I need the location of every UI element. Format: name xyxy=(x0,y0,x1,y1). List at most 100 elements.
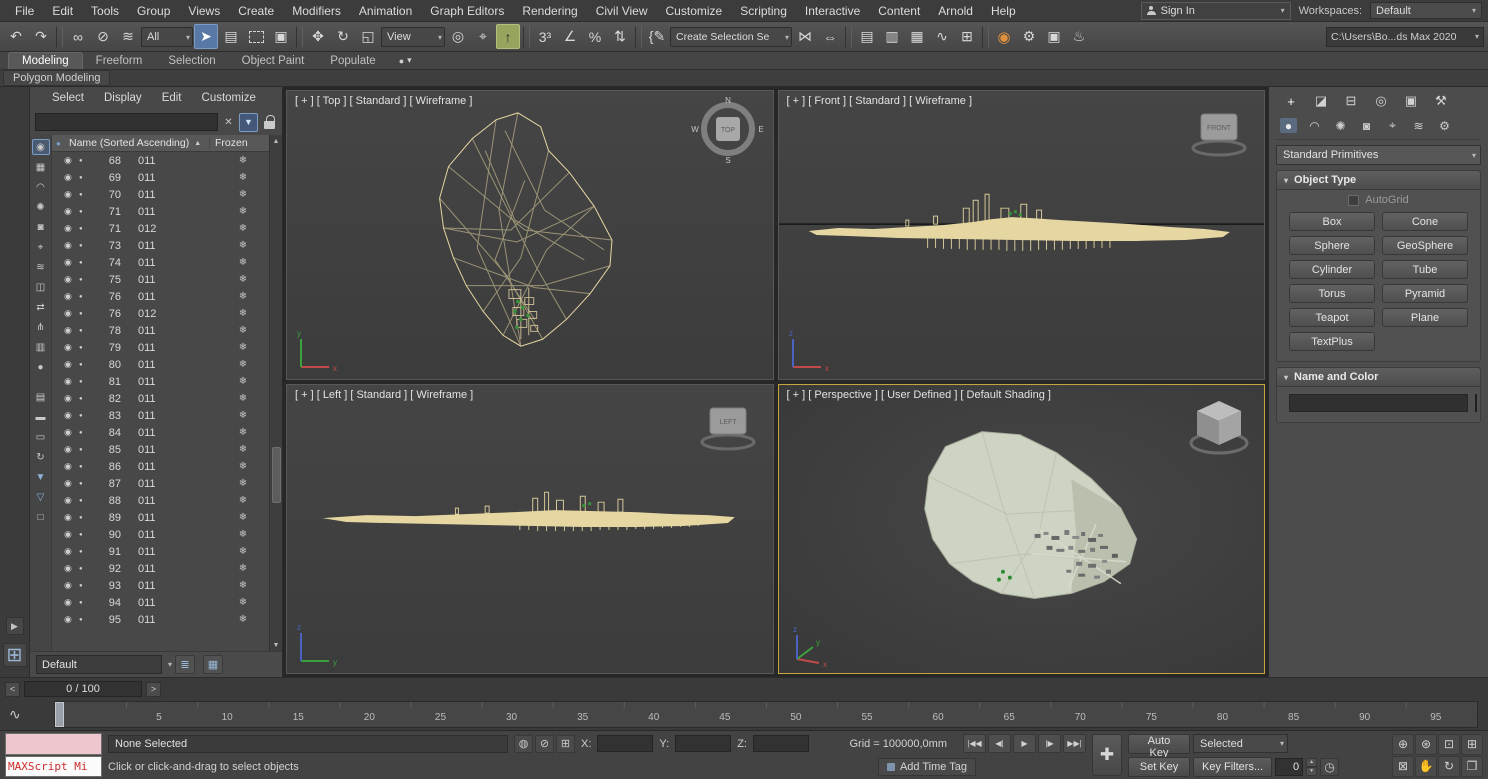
object-row[interactable]: ◉ ● 74 011 ❄ xyxy=(52,254,269,271)
select-and-link-icon[interactable]: ∞ xyxy=(66,24,90,49)
material-editor-icon[interactable]: ◉ xyxy=(992,24,1016,49)
active-layer-select[interactable]: Default xyxy=(36,655,162,674)
motion-tab[interactable]: ◎ xyxy=(1372,93,1390,109)
search-filter-icon[interactable]: ▼ xyxy=(239,113,258,132)
textplus-button[interactable]: TextPlus xyxy=(1289,332,1375,351)
menu-animation[interactable]: Animation xyxy=(350,1,421,21)
play-button[interactable]: ▶ xyxy=(1013,734,1036,753)
align-icon[interactable]: ⇔ xyxy=(818,24,842,49)
object-row[interactable]: ◉ ● 73 011 ❄ xyxy=(52,237,269,254)
current-frame-field[interactable]: 0 xyxy=(1275,758,1303,776)
visibility-eye-icon[interactable]: ◉ xyxy=(64,189,79,200)
frame-spinner[interactable]: ▲▼ xyxy=(1306,758,1317,776)
object-row[interactable]: ◉ ● 78 011 ❄ xyxy=(52,322,269,339)
display-cameras-icon[interactable]: ◙ xyxy=(32,219,50,235)
object-row[interactable]: ◉ ● 71 011 ❄ xyxy=(52,203,269,220)
display-bones-icon[interactable]: ⋔ xyxy=(32,319,50,335)
go-to-start-button[interactable]: |◀◀ xyxy=(963,734,986,753)
zoom-region-icon[interactable]: ⊠ xyxy=(1392,756,1414,777)
ribbon-options-icon[interactable]: ● ▾ xyxy=(399,55,412,69)
select-and-move-icon[interactable]: ✥ xyxy=(306,24,330,49)
frozen-snowflake-icon[interactable]: ❄ xyxy=(217,274,269,285)
pick-parent-icon[interactable]: ▭ xyxy=(32,429,50,445)
viewport-left[interactable]: [ + ] [ Left ] [ Standard ] [ Wireframe … xyxy=(286,384,774,674)
visibility-eye-icon[interactable]: ◉ xyxy=(64,478,79,489)
frozen-snowflake-icon[interactable]: ❄ xyxy=(217,257,269,268)
visibility-eye-icon[interactable]: ◉ xyxy=(64,614,79,625)
display-containers-icon[interactable]: ▥ xyxy=(32,339,50,355)
systems-category[interactable]: ⚙ xyxy=(1436,118,1453,133)
visibility-eye-icon[interactable]: ◉ xyxy=(64,274,79,285)
shapes-category[interactable]: ◠ xyxy=(1306,118,1323,133)
zoom-icon[interactable]: ⊕ xyxy=(1392,734,1414,755)
visibility-eye-icon[interactable]: ◉ xyxy=(64,410,79,421)
zoom-extents-icon[interactable]: ⊡ xyxy=(1438,734,1460,755)
unlink-selection-icon[interactable]: ⊘ xyxy=(91,24,115,49)
frozen-snowflake-icon[interactable]: ❄ xyxy=(217,563,269,574)
selection-lock-icon[interactable]: ⊘ xyxy=(535,735,554,753)
toggle-ribbon-icon[interactable]: ▦ xyxy=(905,24,929,49)
frozen-snowflake-icon[interactable]: ❄ xyxy=(217,529,269,540)
display-materials-icon[interactable]: ● xyxy=(32,359,50,375)
visibility-eye-icon[interactable]: ◉ xyxy=(64,342,79,353)
previous-frame-button[interactable]: ◀| xyxy=(988,734,1011,753)
visibility-eye-icon[interactable]: ◉ xyxy=(64,155,79,166)
orbit-icon[interactable]: ↻ xyxy=(1438,756,1460,777)
viewport-label[interactable]: [ + ] [ Left ] [ Standard ] [ Wireframe … xyxy=(295,389,473,401)
lock-cell-editing-icon[interactable]: ◉ xyxy=(32,139,50,155)
visibility-eye-icon[interactable]: ◉ xyxy=(64,393,79,404)
visibility-eye-icon[interactable]: ◉ xyxy=(64,172,79,183)
lights-category[interactable]: ✺ xyxy=(1332,118,1349,133)
use-pivot-point-center-icon[interactable]: ◎ xyxy=(446,24,470,49)
scene-explorer-settings-icon[interactable]: ▦ xyxy=(203,655,223,674)
sphere-button[interactable]: Sphere xyxy=(1289,236,1375,255)
object-name-field[interactable] xyxy=(1289,394,1468,412)
display-tab[interactable]: ▣ xyxy=(1402,93,1420,109)
x-coordinate-field[interactable] xyxy=(597,735,653,752)
object-row[interactable]: ◉ ● 86 011 ❄ xyxy=(52,458,269,475)
object-row[interactable]: ◉ ● 94 011 ❄ xyxy=(52,594,269,611)
advanced-filter-icon[interactable]: ▼ xyxy=(32,469,50,485)
visibility-eye-icon[interactable]: ◉ xyxy=(64,597,79,608)
object-row[interactable]: ◉ ● 71 012 ❄ xyxy=(52,220,269,237)
layers-icon[interactable]: ≣ xyxy=(175,655,195,674)
cylinder-button[interactable]: Cylinder xyxy=(1289,260,1375,279)
object-row[interactable]: ◉ ● 68 011 ❄ xyxy=(52,152,269,169)
filter-icon[interactable]: ▽ xyxy=(32,489,50,505)
key-selection-combo[interactable]: Selected xyxy=(1193,734,1288,753)
menu-file[interactable]: File xyxy=(6,1,43,21)
object-row[interactable]: ◉ ● 88 011 ❄ xyxy=(52,492,269,509)
reference-coordinate-select[interactable]: View xyxy=(381,27,445,47)
frozen-snowflake-icon[interactable]: ❄ xyxy=(217,206,269,217)
select-object-icon[interactable]: ➤ xyxy=(194,24,218,49)
visibility-eye-icon[interactable]: ◉ xyxy=(64,444,79,455)
visibility-eye-icon[interactable]: ◉ xyxy=(64,563,79,574)
object-row[interactable]: ◉ ● 92 011 ❄ xyxy=(52,560,269,577)
modify-tab[interactable]: ◪ xyxy=(1312,93,1330,109)
mini-curve-editor-icon[interactable]: ∿ xyxy=(4,701,54,728)
frozen-snowflake-icon[interactable]: ❄ xyxy=(217,597,269,608)
selection-filter-select[interactable]: All xyxy=(141,27,193,47)
explorer-menu-edit[interactable]: Edit xyxy=(152,89,192,107)
object-row[interactable]: ◉ ● 89 011 ❄ xyxy=(52,509,269,526)
named-selection-set-combo[interactable]: Create Selection Se xyxy=(670,27,792,47)
display-space-warps-icon[interactable]: ≋ xyxy=(32,259,50,275)
viewport-label[interactable]: [ + ] [ Top ] [ Standard ] [ Wireframe ] xyxy=(295,95,472,107)
hierarchy-tab[interactable]: ⊟ xyxy=(1342,93,1360,109)
edit-named-selection-sets-icon[interactable]: {✎ xyxy=(645,24,669,49)
maxscript-script-line[interactable]: MAXScript Mi xyxy=(5,756,102,778)
visibility-eye-icon[interactable]: ◉ xyxy=(64,495,79,506)
sync-selection-icon[interactable]: ↻ xyxy=(32,449,50,465)
search-input[interactable] xyxy=(35,113,218,131)
menu-tools[interactable]: Tools xyxy=(82,1,128,21)
frozen-snowflake-icon[interactable]: ❄ xyxy=(217,172,269,183)
name-color-rollout-header[interactable]: ▾ Name and Color xyxy=(1277,368,1480,387)
frozen-snowflake-icon[interactable]: ❄ xyxy=(217,393,269,404)
time-slider-marker[interactable] xyxy=(55,702,64,727)
expand-panel-arrow[interactable]: ▶ xyxy=(6,617,24,635)
visibility-eye-icon[interactable]: ◉ xyxy=(64,257,79,268)
primitives-dropdown[interactable]: Standard Primitives xyxy=(1276,145,1481,165)
object-row[interactable]: ◉ ● 91 011 ❄ xyxy=(52,543,269,560)
object-row[interactable]: ◉ ● 84 011 ❄ xyxy=(52,424,269,441)
scroll-down-arrow[interactable]: ▼ xyxy=(271,639,282,651)
